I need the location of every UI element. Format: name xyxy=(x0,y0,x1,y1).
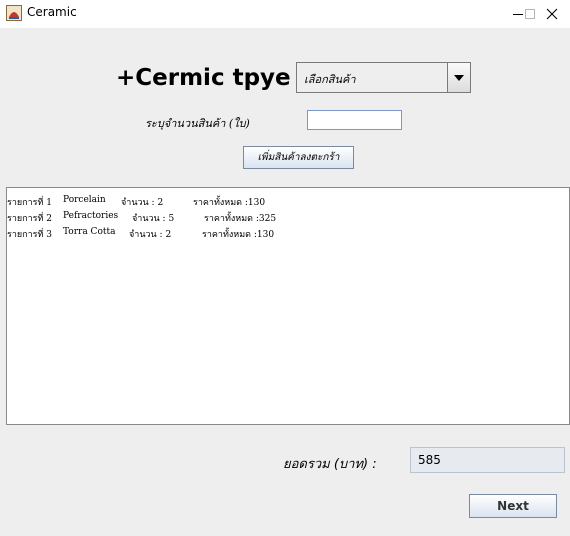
item-name: Porcelain xyxy=(63,195,106,205)
quantity-label: ระบุจำนวนสินค้า (ใบ) xyxy=(145,117,250,130)
item-total: ราคาทั้งหมด :130 xyxy=(202,230,275,240)
total-label: ยอดรวม (บาท) : xyxy=(283,457,377,472)
quantity-input[interactable] xyxy=(307,110,402,130)
total-value: 585 xyxy=(418,453,441,467)
product-select[interactable]: เลือกสินค้า xyxy=(296,62,471,93)
page-title: +Cermic tpye xyxy=(116,65,291,91)
cart-list[interactable]: รายการที่ 1 Porcelain จำนวน : 2 ราคาทั้ง… xyxy=(6,187,570,425)
java-app-icon xyxy=(6,5,22,21)
product-select-value: เลือกสินค้า xyxy=(304,73,356,86)
add-to-cart-button[interactable]: เพิ่มสินค้าลงตะกร้า xyxy=(243,146,354,169)
total-field: 585 xyxy=(410,447,565,473)
item-quantity: จำนวน : 2 xyxy=(121,198,164,208)
item-total: ราคาทั้งหมด :325 xyxy=(204,214,277,224)
next-button[interactable]: Next xyxy=(469,494,557,518)
close-icon[interactable] xyxy=(530,0,570,28)
item-number: รายการที่ 1 xyxy=(7,198,53,208)
item-name: Torra Cotta xyxy=(63,227,116,237)
item-quantity: จำนวน : 5 xyxy=(132,214,175,224)
item-name: Pefractories xyxy=(63,211,119,221)
chevron-down-icon[interactable] xyxy=(447,63,470,92)
item-number: รายการที่ 3 xyxy=(7,230,53,240)
item-total: ราคาทั้งหมด :130 xyxy=(193,198,266,208)
item-quantity: จำนวน : 2 xyxy=(129,230,172,240)
title-bar: Ceramic xyxy=(0,0,570,28)
item-number: รายการที่ 2 xyxy=(7,214,53,224)
window-title: Ceramic xyxy=(27,5,77,19)
